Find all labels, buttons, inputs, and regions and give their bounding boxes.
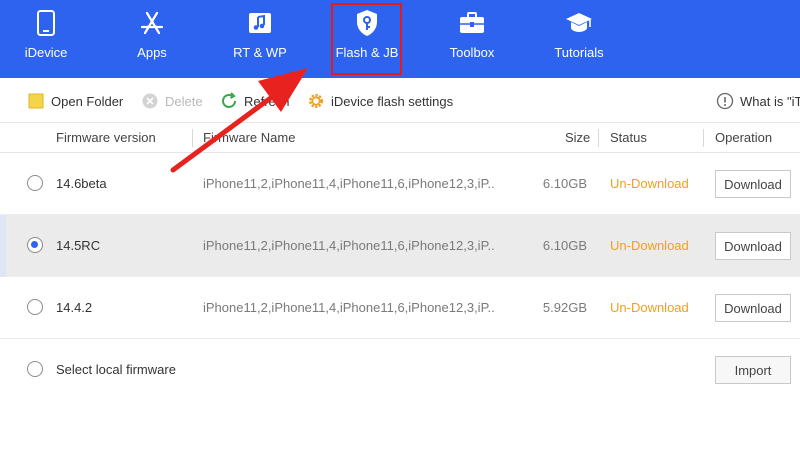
nav-tab-tutorials[interactable]: Tutorials xyxy=(548,0,610,78)
firmware-table: Firmware version Firmware Name Size Stat… xyxy=(0,123,800,401)
app-store-icon xyxy=(138,9,166,37)
firmware-name: iPhone11,2,iPhone11,4,iPhone11,6,iPhone1… xyxy=(203,238,495,253)
refresh-icon xyxy=(220,92,238,110)
local-firmware-label: Select local firmware xyxy=(56,362,176,377)
firmware-name: iPhone11,2,iPhone11,4,iPhone11,6,iPhone1… xyxy=(203,176,495,191)
column-separator xyxy=(703,129,704,147)
column-header-operation: Operation xyxy=(715,130,773,145)
firmware-size: 6.10GB xyxy=(542,238,587,253)
firmware-version: 14.4.2 xyxy=(56,300,93,315)
table-header: Firmware version Firmware Name Size Stat… xyxy=(0,123,800,153)
nav-tab-rt-wp[interactable]: RT & WP xyxy=(222,0,298,78)
nav-tab-toolbox[interactable]: Toolbox xyxy=(444,0,500,78)
column-header-size: Size xyxy=(565,130,591,145)
import-button[interactable]: Import xyxy=(715,356,791,384)
top-navigation-bar: iDevice Apps RT & WP Flash & JB Toolbox … xyxy=(0,0,800,78)
column-separator xyxy=(192,129,193,147)
nav-label: Apps xyxy=(137,45,167,60)
nav-label: RT & WP xyxy=(233,45,287,60)
firmware-version: 14.5RC xyxy=(56,238,101,253)
local-firmware-radio[interactable] xyxy=(27,361,43,377)
firmware-radio[interactable] xyxy=(27,175,43,191)
firmware-radio[interactable] xyxy=(27,237,43,253)
delete-button[interactable]: Delete xyxy=(141,91,203,111)
download-button[interactable]: Download xyxy=(715,232,791,260)
info-icon xyxy=(716,92,734,110)
gear-icon xyxy=(307,92,325,110)
toolbox-icon xyxy=(458,9,486,37)
nav-label: Toolbox xyxy=(449,45,495,60)
column-separator xyxy=(598,129,599,147)
nav-tab-idevice[interactable]: iDevice xyxy=(18,0,74,78)
firmware-version: 14.6beta xyxy=(56,176,107,191)
firmware-name: iPhone11,2,iPhone11,4,iPhone11,6,iPhone1… xyxy=(203,300,495,315)
firmware-status: Un-Download xyxy=(610,300,689,315)
graduation-cap-icon xyxy=(565,9,593,37)
download-button[interactable]: Download xyxy=(715,294,791,322)
firmware-size: 5.92GB xyxy=(542,300,587,315)
table-row[interactable]: 14.4.2 iPhone11,2,iPhone11,4,iPhone11,6,… xyxy=(0,277,800,339)
toolbar: Open Folder Delete Refresh iDevice flash… xyxy=(0,78,800,123)
download-button[interactable]: Download xyxy=(715,170,791,198)
phone-icon xyxy=(32,9,60,37)
table-row[interactable]: 14.6beta iPhone11,2,iPhone11,4,iPhone11,… xyxy=(0,153,800,215)
nav-label: iDevice xyxy=(24,45,68,60)
firmware-status: Un-Download xyxy=(610,238,689,253)
help-link[interactable]: What is "iT xyxy=(716,91,800,111)
open-folder-button[interactable]: Open Folder xyxy=(27,91,123,111)
table-row[interactable]: 14.5RC iPhone11,2,iPhone11,4,iPhone11,6,… xyxy=(0,215,800,277)
column-header-name: Firmware Name xyxy=(203,130,296,145)
refresh-button[interactable]: Refresh xyxy=(220,91,290,111)
firmware-radio[interactable] xyxy=(27,299,43,315)
column-header-version: Firmware version xyxy=(56,130,156,145)
help-label: What is "iT xyxy=(740,93,800,109)
open-folder-label: Open Folder xyxy=(51,93,124,109)
delete-icon xyxy=(141,92,159,110)
folder-icon xyxy=(27,92,45,110)
delete-label: Delete xyxy=(165,93,203,109)
window-edge-strip xyxy=(0,215,6,277)
refresh-label: Refresh xyxy=(244,93,290,109)
nav-label: Tutorials xyxy=(554,45,604,60)
firmware-status: Un-Download xyxy=(610,176,689,191)
column-header-status: Status xyxy=(610,130,647,145)
nav-tab-apps[interactable]: Apps xyxy=(124,0,180,78)
idevice-flash-settings-label: iDevice flash settings xyxy=(331,93,454,109)
music-note-icon xyxy=(246,9,274,37)
local-firmware-row[interactable]: Select local firmware Import xyxy=(0,339,800,401)
idevice-flash-settings-button[interactable]: iDevice flash settings xyxy=(307,91,453,111)
firmware-size: 6.10GB xyxy=(542,176,587,191)
flash-jb-highlight-box xyxy=(331,3,402,75)
